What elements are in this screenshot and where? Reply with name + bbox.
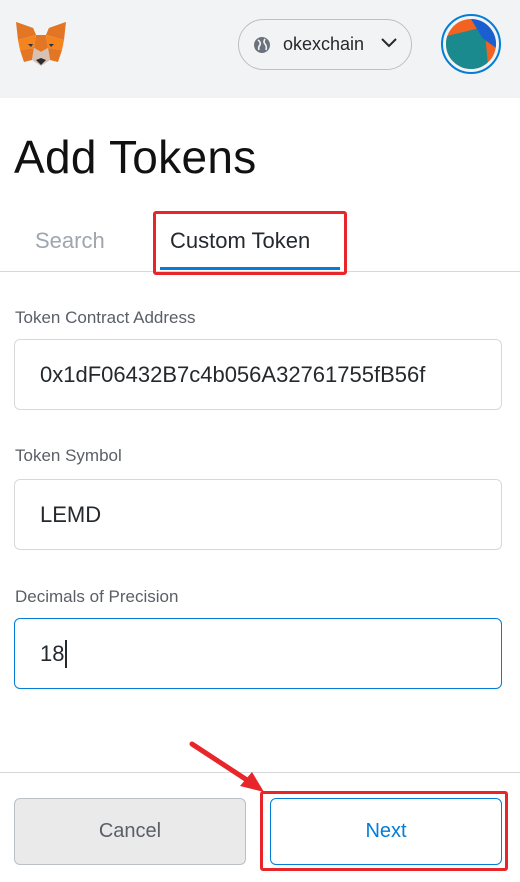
app-header: okexchain [0, 0, 520, 98]
cancel-button[interactable]: Cancel [14, 798, 246, 865]
metamask-fox-icon[interactable] [14, 20, 68, 70]
contract-address-label: Token Contract Address [15, 308, 196, 327]
decimals-input[interactable]: 18 [14, 618, 502, 689]
contract-address-value: 0x1dF06432B7c4b056A32761755fB56f [40, 361, 426, 387]
token-symbol-input[interactable]: LEMD [14, 479, 502, 550]
token-tabs: Search Custom Token [0, 212, 520, 272]
chevron-down-icon [381, 38, 397, 48]
globe-icon [254, 36, 270, 53]
account-avatar[interactable] [441, 14, 501, 74]
next-button[interactable]: Next [270, 798, 502, 865]
network-selector[interactable]: okexchain [238, 19, 412, 70]
footer-divider [0, 772, 520, 773]
decimals-label: Decimals of Precision [15, 587, 179, 606]
tab-custom-token[interactable]: Custom Token [170, 228, 310, 254]
tab-search[interactable]: Search [35, 228, 105, 254]
decimals-value: 18 [40, 640, 65, 666]
token-symbol-label: Token Symbol [15, 446, 122, 465]
page-title: Add Tokens [14, 131, 257, 183]
token-symbol-value: LEMD [40, 501, 102, 527]
contract-address-input[interactable]: 0x1dF06432B7c4b056A32761755fB56f [14, 339, 502, 410]
annotation-arrow-icon [189, 741, 264, 792]
identicon-icon [446, 19, 496, 69]
active-tab-indicator [160, 267, 340, 270]
text-caret [65, 639, 67, 668]
network-name: okexchain [283, 34, 365, 54]
